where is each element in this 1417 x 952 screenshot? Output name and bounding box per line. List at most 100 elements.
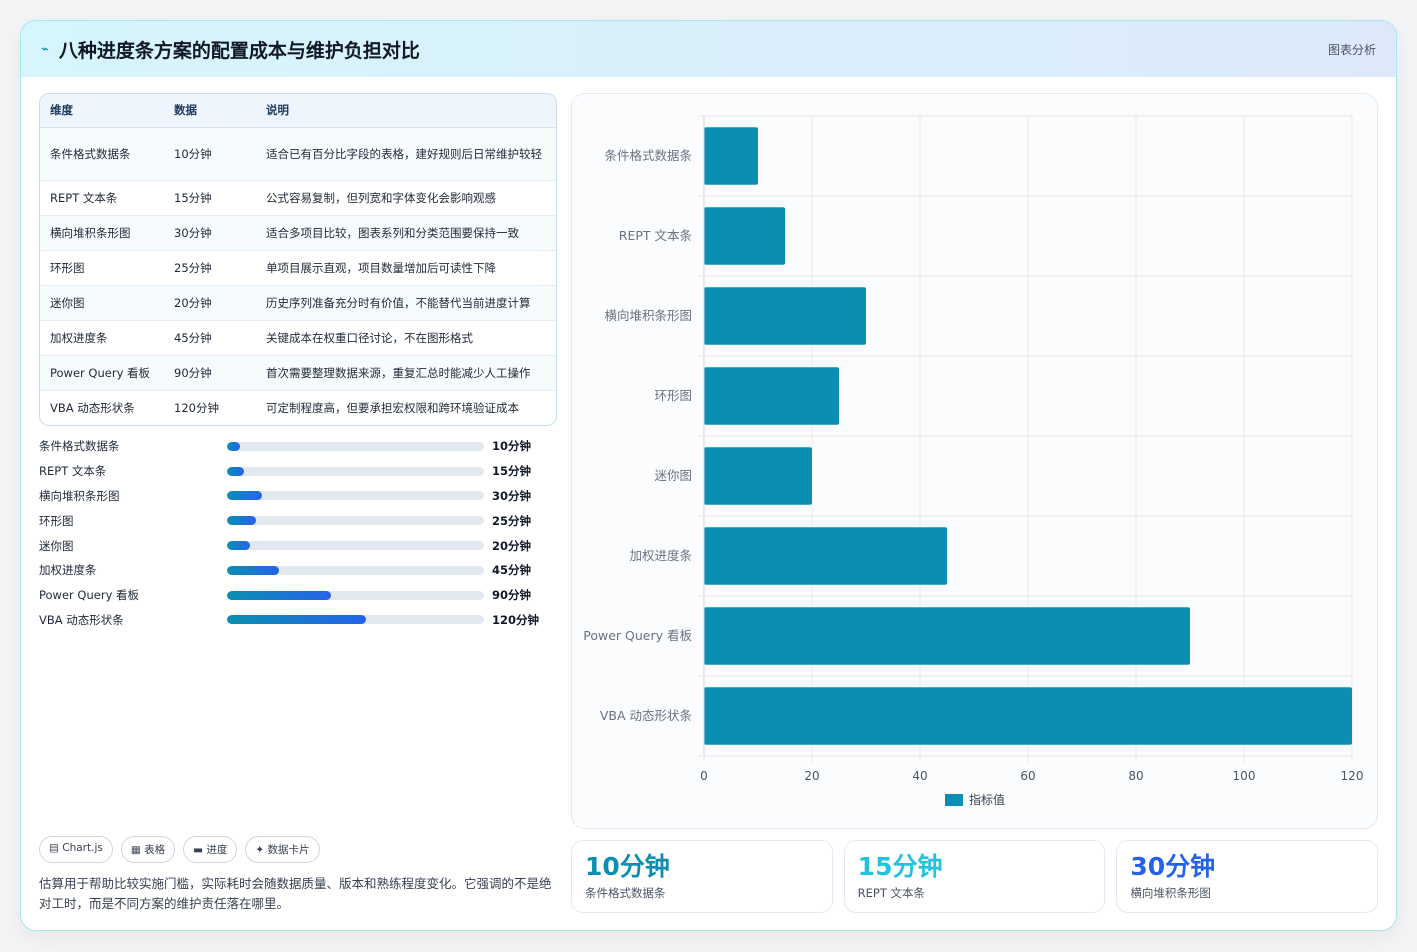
progress-fill xyxy=(227,491,262,501)
kpi-value: 30分钟 xyxy=(1130,852,1216,881)
bar xyxy=(704,447,812,505)
progress-value: 90分钟 xyxy=(492,588,532,603)
progress-fill xyxy=(227,441,240,451)
dashboard-card: ⌁ 八种进度条方案的配置成本与维护负担对比 图表分析 维度 数据 说明 条件格式… xyxy=(20,20,1397,931)
y-tick-label: 条件格式数据条 xyxy=(604,148,692,163)
progress-label: VBA 动态形状条 xyxy=(39,612,124,627)
table-cell: 公式容易复制，但列宽和字体变化会影响观感 xyxy=(256,180,556,216)
table-cell: 关键成本在权重口径讨论，不在图形格式 xyxy=(256,320,556,356)
tag-chip[interactable]: ✦ 数据卡片 xyxy=(245,836,320,863)
progress-row: 环形图 25分钟 xyxy=(39,508,557,533)
progress-label: 迷你图 xyxy=(39,538,74,553)
progress-track xyxy=(227,516,484,526)
table-row: 加权进度条 45分钟 关键成本在权重口径讨论，不在图形格式 xyxy=(40,320,556,356)
progress-fill xyxy=(227,516,256,526)
progress-row: REPT 文本条 15分钟 xyxy=(39,459,557,484)
table-row: 横向堆积条形图 30分钟 适合多项目比较，图表系列和分类范围要保持一致 xyxy=(40,215,556,251)
table-cell: 30分钟 xyxy=(164,215,256,251)
progress-label: 条件格式数据条 xyxy=(39,439,120,454)
y-tick-label: Power Query 看板 xyxy=(583,628,692,643)
table-row: VBA 动态形状条 120分钟 可定制程度高，但要承担宏权限和跨环境验证成本 xyxy=(40,390,556,425)
bolt-icon: ⌁ xyxy=(41,41,49,57)
x-tick-label: 40 xyxy=(912,769,927,783)
x-tick-label: 0 xyxy=(700,769,708,783)
progress-value: 20分钟 xyxy=(492,538,532,553)
table-cell: 加权进度条 xyxy=(40,320,164,356)
progress-track xyxy=(227,541,484,551)
comparison-table: 维度 数据 说明 条件格式数据条 10分钟 适合已有百分比字段的表格，建好规则后日常… xyxy=(39,93,557,426)
progress-fill xyxy=(227,590,332,600)
progress-track xyxy=(227,441,484,451)
column-header: 数据 xyxy=(164,94,256,128)
table-row: 环形图 25分钟 单项目展示直观，项目数量增加后可读性下降 xyxy=(40,250,556,286)
legend-swatch xyxy=(945,794,963,806)
kpi-card: 10分钟 条件格式数据条 xyxy=(571,840,833,913)
progress-label: REPT 文本条 xyxy=(39,464,107,479)
table-cell: 适合多项目比较，图表系列和分类范围要保持一致 xyxy=(256,215,556,251)
progress-value: 15分钟 xyxy=(492,464,532,479)
progress-row: 加权进度条 45分钟 xyxy=(39,558,557,583)
y-tick-label: REPT 文本条 xyxy=(619,228,693,243)
table-cell: 10分钟 xyxy=(164,127,256,181)
table-cell: 单项目展示直观，项目数量增加后可读性下降 xyxy=(256,250,556,286)
progress-fill xyxy=(227,565,280,575)
legend-label: 指标值 xyxy=(969,792,1005,807)
kpi-card: 30分钟横向堆积条形图 xyxy=(1116,840,1379,913)
y-tick-label: 环形图 xyxy=(654,388,692,403)
table-cell: Power Query 看板 xyxy=(40,355,164,391)
progress-row: 条件格式数据条 10分钟 xyxy=(39,434,557,459)
progress-track xyxy=(227,491,484,501)
bar xyxy=(704,367,839,425)
tag-chip[interactable]: ▤ Chart.js xyxy=(39,836,113,863)
table-cell: 可定制程度高，但要承担宏权限和跨环境验证成本 xyxy=(266,400,519,415)
bar xyxy=(704,607,1190,665)
left-panel: 维度 数据 说明 条件格式数据条 10分钟 适合已有百分比字段的表格，建好规则后日常… xyxy=(39,93,557,632)
table-cell: VBA 动态形状条 xyxy=(50,400,135,415)
header: ⌁ 八种进度条方案的配置成本与维护负担对比 图表分析 xyxy=(21,21,1396,77)
table-cell: 15分钟 xyxy=(164,180,256,216)
progress-value: 25分钟 xyxy=(492,513,532,528)
y-tick-label: 加权进度条 xyxy=(629,548,692,563)
bar xyxy=(704,127,758,185)
bar xyxy=(704,687,1352,745)
kpi-card: 15分钟 REPT 文本条 xyxy=(843,840,1106,913)
y-tick-label: VBA 动态形状条 xyxy=(600,708,693,723)
tag-chip[interactable]: ▦ 表格 xyxy=(120,836,176,863)
table-row: Power Query 看板 90分钟 首次需要整理数据来源，重复汇总时能减少人工操… xyxy=(40,355,556,391)
table-cell: 适合已有百分比字段的表格，建好规则后日常维护较轻 xyxy=(256,127,556,181)
table-cell: 120分钟 xyxy=(174,400,219,415)
progress-row: 迷你图 20分钟 xyxy=(39,533,557,558)
progress-row: Power Query 看板 90分钟 xyxy=(39,583,557,608)
progress-label: 环形图 xyxy=(39,513,74,528)
table-cell: 25分钟 xyxy=(164,250,256,286)
table-cell: 环形图 xyxy=(40,250,164,286)
table-cell: REPT 文本条 xyxy=(40,180,164,216)
table-row: 迷你图 20分钟 历史序列准备充分时有价值，不能替代当前进度计算 xyxy=(40,285,556,321)
bar xyxy=(704,207,785,265)
x-tick-label: 80 xyxy=(1128,769,1143,783)
bar xyxy=(704,287,866,345)
progress-track xyxy=(227,590,484,600)
progress-row: VBA 动态形状条 120分钟 xyxy=(39,608,557,633)
bar xyxy=(704,527,947,585)
footnote: 估算用于帮助比较实施门槛，实际耗时会随数据质量、版本和熟练程度变化。它强调的不是… xyxy=(39,876,552,911)
bar-chart-svg: 0 20 40 60 80 100 120 条件格式数据条 REPT 文本条横向堆积条形图环形图… xyxy=(583,115,1363,807)
table-cell: 20分钟 xyxy=(164,285,256,321)
progress-value: 30分钟 xyxy=(492,488,532,503)
page-title: 八种进度条方案的配置成本与维护负担对比 xyxy=(58,39,420,62)
table-cell: 条件格式数据条 xyxy=(40,127,164,181)
progress-track xyxy=(227,466,484,476)
table-cell: 45分钟 xyxy=(164,320,256,356)
tag-chip[interactable]: ▬ 进度 xyxy=(183,836,238,863)
kpi-label: 横向堆积条形图 xyxy=(1130,886,1211,900)
kpi-label: 条件格式数据条 xyxy=(585,886,666,900)
progress-row: 横向堆积条形图 30分钟 xyxy=(39,484,557,509)
table-cell: 首次需要整理数据来源，重复汇总时能减少人工操作 xyxy=(256,355,556,391)
progress-fill xyxy=(227,541,251,551)
progress-fill xyxy=(227,615,366,625)
progress-label: 加权进度条 xyxy=(39,563,97,578)
progress-label: 横向堆积条形图 xyxy=(39,488,120,503)
table-row: REPT 文本条 15分钟 公式容易复制，但列宽和字体变化会影响观感 xyxy=(40,180,556,216)
table-cell: 历史序列准备充分时有价值，不能替代当前进度计算 xyxy=(256,285,556,321)
progress-fill xyxy=(227,466,245,476)
